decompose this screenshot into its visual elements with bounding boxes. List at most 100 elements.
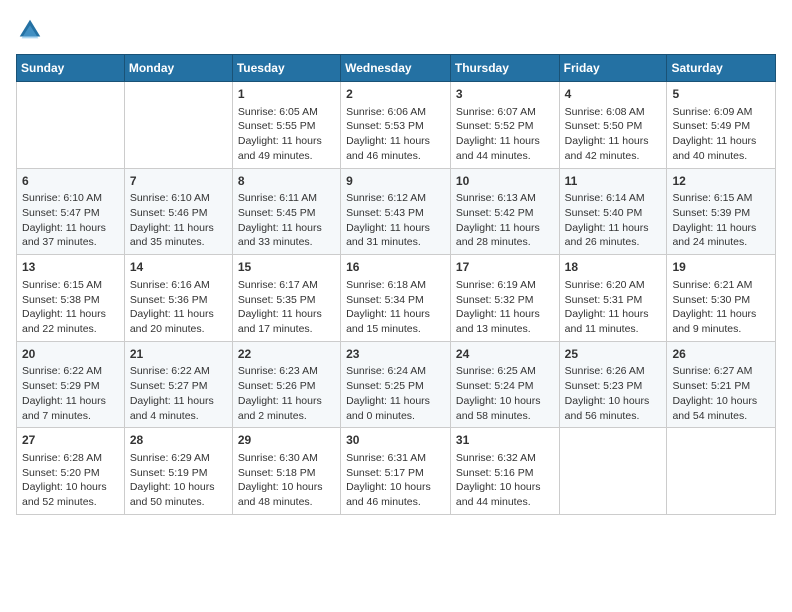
day-content: Sunrise: 6:14 AM Sunset: 5:40 PM Dayligh… bbox=[565, 191, 662, 250]
calendar-header-row: SundayMondayTuesdayWednesdayThursdayFrid… bbox=[17, 55, 776, 82]
logo-icon bbox=[16, 16, 44, 44]
day-number: 27 bbox=[22, 432, 119, 449]
calendar-cell: 3Sunrise: 6:07 AM Sunset: 5:52 PM Daylig… bbox=[450, 82, 559, 169]
day-content: Sunrise: 6:10 AM Sunset: 5:46 PM Dayligh… bbox=[130, 191, 227, 250]
day-content: Sunrise: 6:16 AM Sunset: 5:36 PM Dayligh… bbox=[130, 278, 227, 337]
calendar-cell: 6Sunrise: 6:10 AM Sunset: 5:47 PM Daylig… bbox=[17, 168, 125, 255]
day-content: Sunrise: 6:17 AM Sunset: 5:35 PM Dayligh… bbox=[238, 278, 335, 337]
day-content: Sunrise: 6:28 AM Sunset: 5:20 PM Dayligh… bbox=[22, 451, 119, 510]
calendar-cell: 11Sunrise: 6:14 AM Sunset: 5:40 PM Dayli… bbox=[559, 168, 667, 255]
day-number: 23 bbox=[346, 346, 445, 363]
day-number: 14 bbox=[130, 259, 227, 276]
day-number: 10 bbox=[456, 173, 554, 190]
calendar-week-row: 27 Sunrise: 6:28 AM Sunset: 5:20 PM Dayli… bbox=[17, 428, 776, 515]
day-content: Sunrise: 6:25 AM Sunset: 5:24 PM Dayligh… bbox=[456, 364, 554, 423]
day-content: Sunrise: 6:31 AM Sunset: 5:17 PM Dayligh… bbox=[346, 451, 445, 510]
day-content: Sunrise: 6:09 AM Sunset: 5:49 PM Dayligh… bbox=[672, 105, 770, 164]
day-content: Sunrise: 6:15 AM Sunset: 5:38 PM Dayligh… bbox=[22, 278, 119, 337]
day-content: Sunrise: 6:21 AM Sunset: 5:30 PM Dayligh… bbox=[672, 278, 770, 337]
calendar-cell bbox=[667, 428, 776, 515]
calendar-cell: 2 Sunrise: 6:06 AM Sunset: 5:53 PM Daylig… bbox=[341, 82, 451, 169]
day-number: 20 bbox=[22, 346, 119, 363]
day-content: Sunrise: 6:29 AM Sunset: 5:19 PM Dayligh… bbox=[130, 451, 227, 510]
calendar-cell: 18Sunrise: 6:20 AM Sunset: 5:31 PM Dayli… bbox=[559, 255, 667, 342]
header-monday: Monday bbox=[124, 55, 232, 82]
header-tuesday: Tuesday bbox=[232, 55, 340, 82]
calendar-week-row: 1 Sunrise: 6:05 AM Sunset: 5:55 PM Daylig… bbox=[17, 82, 776, 169]
calendar-cell: 12Sunrise: 6:15 AM Sunset: 5:39 PM Dayli… bbox=[667, 168, 776, 255]
day-content: Sunrise: 6:30 AM Sunset: 5:18 PM Dayligh… bbox=[238, 451, 335, 510]
day-content: Sunrise: 6:12 AM Sunset: 5:43 PM Dayligh… bbox=[346, 191, 445, 250]
calendar-cell: 29 Sunrise: 6:30 AM Sunset: 5:18 PM Dayli… bbox=[232, 428, 340, 515]
day-number: 6 bbox=[22, 173, 119, 190]
header-friday: Friday bbox=[559, 55, 667, 82]
day-number: 19 bbox=[672, 259, 770, 276]
calendar-cell: 30 Sunrise: 6:31 AM Sunset: 5:17 PM Dayli… bbox=[341, 428, 451, 515]
day-number: 31 bbox=[456, 432, 554, 449]
calendar-cell: 19 Sunrise: 6:21 AM Sunset: 5:30 PM Dayli… bbox=[667, 255, 776, 342]
calendar-cell: 17 Sunrise: 6:19 AM Sunset: 5:32 PM Dayli… bbox=[450, 255, 559, 342]
calendar-cell: 24Sunrise: 6:25 AM Sunset: 5:24 PM Dayli… bbox=[450, 341, 559, 428]
day-number: 5 bbox=[672, 86, 770, 103]
calendar-week-row: 20Sunrise: 6:22 AM Sunset: 5:29 PM Dayli… bbox=[17, 341, 776, 428]
header-wednesday: Wednesday bbox=[341, 55, 451, 82]
calendar-cell: 15Sunrise: 6:17 AM Sunset: 5:35 PM Dayli… bbox=[232, 255, 340, 342]
day-number: 16 bbox=[346, 259, 445, 276]
logo bbox=[16, 16, 48, 44]
day-number: 7 bbox=[130, 173, 227, 190]
calendar-cell: 25Sunrise: 6:26 AM Sunset: 5:23 PM Dayli… bbox=[559, 341, 667, 428]
header-saturday: Saturday bbox=[667, 55, 776, 82]
day-number: 1 bbox=[238, 86, 335, 103]
calendar-cell: 14 Sunrise: 6:16 AM Sunset: 5:36 PM Dayli… bbox=[124, 255, 232, 342]
day-content: Sunrise: 6:24 AM Sunset: 5:25 PM Dayligh… bbox=[346, 364, 445, 423]
header-sunday: Sunday bbox=[17, 55, 125, 82]
day-number: 2 bbox=[346, 86, 445, 103]
calendar-cell: 7Sunrise: 6:10 AM Sunset: 5:46 PM Daylig… bbox=[124, 168, 232, 255]
calendar-cell: 5 Sunrise: 6:09 AM Sunset: 5:49 PM Daylig… bbox=[667, 82, 776, 169]
day-content: Sunrise: 6:23 AM Sunset: 5:26 PM Dayligh… bbox=[238, 364, 335, 423]
calendar-cell: 23Sunrise: 6:24 AM Sunset: 5:25 PM Dayli… bbox=[341, 341, 451, 428]
day-content: Sunrise: 6:20 AM Sunset: 5:31 PM Dayligh… bbox=[565, 278, 662, 337]
day-number: 22 bbox=[238, 346, 335, 363]
calendar-cell: 16Sunrise: 6:18 AM Sunset: 5:34 PM Dayli… bbox=[341, 255, 451, 342]
day-number: 11 bbox=[565, 173, 662, 190]
calendar-week-row: 6Sunrise: 6:10 AM Sunset: 5:47 PM Daylig… bbox=[17, 168, 776, 255]
day-content: Sunrise: 6:27 AM Sunset: 5:21 PM Dayligh… bbox=[672, 364, 770, 423]
day-content: Sunrise: 6:05 AM Sunset: 5:55 PM Dayligh… bbox=[238, 105, 335, 164]
day-content: Sunrise: 6:26 AM Sunset: 5:23 PM Dayligh… bbox=[565, 364, 662, 423]
day-content: Sunrise: 6:06 AM Sunset: 5:53 PM Dayligh… bbox=[346, 105, 445, 164]
calendar-cell bbox=[17, 82, 125, 169]
day-number: 9 bbox=[346, 173, 445, 190]
day-content: Sunrise: 6:32 AM Sunset: 5:16 PM Dayligh… bbox=[456, 451, 554, 510]
day-content: Sunrise: 6:10 AM Sunset: 5:47 PM Dayligh… bbox=[22, 191, 119, 250]
calendar-cell: 21Sunrise: 6:22 AM Sunset: 5:27 PM Dayli… bbox=[124, 341, 232, 428]
calendar-cell: 26Sunrise: 6:27 AM Sunset: 5:21 PM Dayli… bbox=[667, 341, 776, 428]
header-thursday: Thursday bbox=[450, 55, 559, 82]
day-content: Sunrise: 6:13 AM Sunset: 5:42 PM Dayligh… bbox=[456, 191, 554, 250]
day-number: 28 bbox=[130, 432, 227, 449]
calendar-cell bbox=[559, 428, 667, 515]
calendar-cell: 22Sunrise: 6:23 AM Sunset: 5:26 PM Dayli… bbox=[232, 341, 340, 428]
day-number: 3 bbox=[456, 86, 554, 103]
calendar-cell bbox=[124, 82, 232, 169]
day-number: 21 bbox=[130, 346, 227, 363]
day-content: Sunrise: 6:11 AM Sunset: 5:45 PM Dayligh… bbox=[238, 191, 335, 250]
calendar-cell: 10Sunrise: 6:13 AM Sunset: 5:42 PM Dayli… bbox=[450, 168, 559, 255]
day-number: 13 bbox=[22, 259, 119, 276]
calendar-cell: 31 Sunrise: 6:32 AM Sunset: 5:16 PM Dayli… bbox=[450, 428, 559, 515]
calendar-cell: 4 Sunrise: 6:08 AM Sunset: 5:50 PM Daylig… bbox=[559, 82, 667, 169]
day-content: Sunrise: 6:19 AM Sunset: 5:32 PM Dayligh… bbox=[456, 278, 554, 337]
day-number: 24 bbox=[456, 346, 554, 363]
day-number: 12 bbox=[672, 173, 770, 190]
calendar-cell: 28 Sunrise: 6:29 AM Sunset: 5:19 PM Dayli… bbox=[124, 428, 232, 515]
day-number: 17 bbox=[456, 259, 554, 276]
day-number: 29 bbox=[238, 432, 335, 449]
day-content: Sunrise: 6:22 AM Sunset: 5:29 PM Dayligh… bbox=[22, 364, 119, 423]
calendar-table: SundayMondayTuesdayWednesdayThursdayFrid… bbox=[16, 54, 776, 515]
page-header bbox=[16, 16, 776, 44]
day-number: 4 bbox=[565, 86, 662, 103]
day-content: Sunrise: 6:08 AM Sunset: 5:50 PM Dayligh… bbox=[565, 105, 662, 164]
calendar-cell: 8Sunrise: 6:11 AM Sunset: 5:45 PM Daylig… bbox=[232, 168, 340, 255]
calendar-cell: 9Sunrise: 6:12 AM Sunset: 5:43 PM Daylig… bbox=[341, 168, 451, 255]
day-number: 30 bbox=[346, 432, 445, 449]
